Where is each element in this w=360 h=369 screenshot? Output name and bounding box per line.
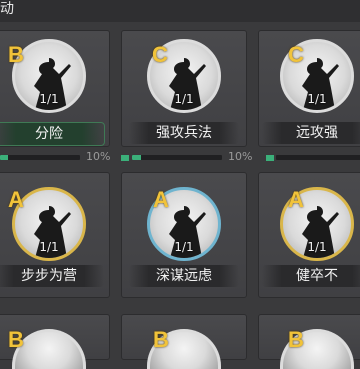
grade-badge: B [288, 327, 304, 352]
grade-badge: A [288, 187, 304, 212]
progress-label: 10% [228, 150, 253, 163]
grade-badge: A [8, 187, 24, 212]
page-title: 动 [0, 1, 14, 17]
skill-count: 1/1 [39, 240, 59, 254]
grade-badge: A [153, 187, 169, 212]
grade-badge: C [288, 42, 304, 67]
progress-label: 10% [86, 150, 111, 163]
skill-name: 健卒不 [262, 265, 360, 287]
skill-count: 1/1 [307, 240, 327, 254]
grade-badge: B [8, 42, 24, 67]
grade-badge: B [8, 327, 24, 352]
progress-bar [0, 155, 80, 160]
skill-count: 1/1 [307, 92, 327, 106]
header-bar [0, 0, 360, 22]
skill-card-5[interactable]: 1/1 A 深谋远虑 [121, 172, 247, 298]
skill-count: 1/1 [174, 92, 194, 106]
skill-count: 1/1 [174, 240, 194, 254]
progress-fill [0, 155, 8, 160]
skill-count: 1/1 [39, 92, 59, 106]
skill-card-4[interactable]: 1/1 A 步步为营 [0, 172, 110, 298]
skill-card-6[interactable]: 1/1 A 健卒不 [258, 172, 360, 298]
grade-badge: C [152, 42, 168, 67]
progress-start-marker [121, 155, 129, 161]
skill-name: 步步为营 [0, 265, 104, 287]
skill-card-3[interactable]: 1/1 C 远攻强 [258, 30, 360, 147]
skill-name: 远攻强 [262, 122, 360, 144]
skill-card-9[interactable]: B [258, 314, 360, 369]
skill-name: 分险 [0, 122, 105, 146]
skill-card-1[interactable]: 1/1 B 分险 [0, 30, 110, 147]
skill-name: 强攻兵法 [129, 122, 239, 144]
skill-card-2[interactable]: 1/1 C 强攻兵法 [121, 30, 247, 147]
skill-card-8[interactable]: B [121, 314, 247, 369]
progress-start-marker [266, 155, 274, 161]
progress-fill [132, 155, 141, 160]
skill-name: 深谋远虑 [129, 265, 239, 287]
progress-bar [276, 155, 360, 160]
skill-card-7[interactable]: B [0, 314, 110, 369]
grade-badge: B [153, 327, 169, 352]
progress-bar [132, 155, 222, 160]
